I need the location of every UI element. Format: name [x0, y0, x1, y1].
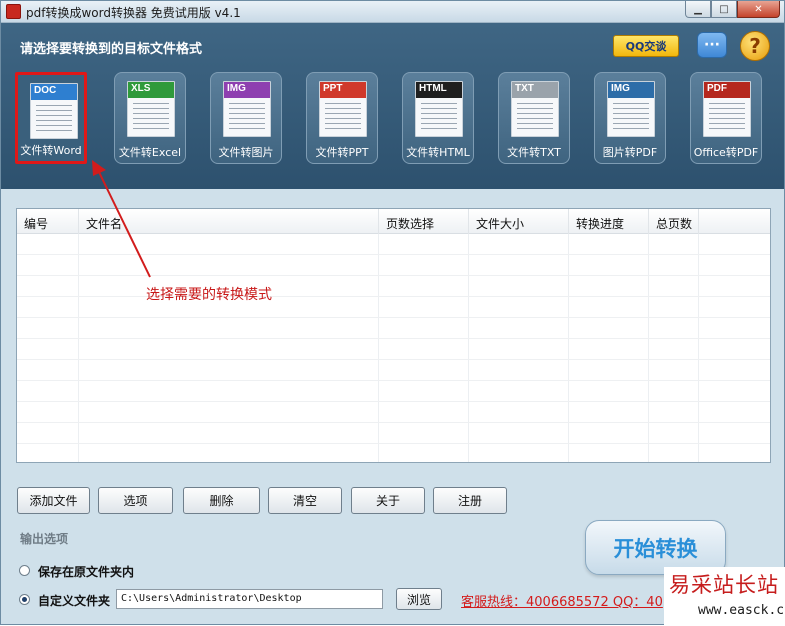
app-icon — [6, 4, 21, 19]
speech-bubble-icon: ··· — [704, 37, 720, 53]
column-header-file-size[interactable]: 文件大小 — [469, 209, 569, 234]
doc-badge: PDF — [704, 82, 750, 98]
doc-badge: HTML — [416, 82, 462, 98]
table-row — [17, 255, 770, 276]
mode-tile-ppt[interactable]: PPT 文件转PPT — [306, 72, 378, 164]
doc-lines — [517, 103, 553, 131]
doc-lines — [36, 105, 72, 133]
minimize-icon: ▁ — [694, 3, 702, 15]
options-button[interactable]: 选项 — [98, 487, 173, 514]
table-row — [17, 423, 770, 444]
column-header-total-pages[interactable]: 总页数 — [649, 209, 699, 234]
mode-tile-txt[interactable]: TXT 文件转TXT — [498, 72, 570, 164]
app-window: pdf转换成word转换器 免费试用版 v4.1 ▁ □ ✕ 请选择要转换到的目… — [0, 0, 785, 626]
conversion-mode-list: DOC 文件转Word XLS 文件转Excel IMG 文件转图片 PPT 文… — [15, 72, 775, 166]
column-header-filename[interactable]: 文件名 — [79, 209, 379, 234]
header-title: 请选择要转换到的目标文件格式 — [20, 42, 203, 57]
minimize-button[interactable]: ▁ — [685, 1, 711, 18]
mode-label: 文件转PPT — [315, 146, 369, 159]
doc-badge: DOC — [31, 84, 77, 100]
output-path-field[interactable]: C:\Users\Administrator\Desktop — [116, 589, 383, 609]
question-icon: ? — [749, 34, 761, 58]
doc-badge: IMG — [224, 82, 270, 98]
mode-label: 文件转Word — [20, 144, 82, 157]
table-row — [17, 381, 770, 402]
column-header-page-select[interactable]: 页数选择 — [379, 209, 469, 234]
mode-tile-image[interactable]: IMG 文件转图片 — [210, 72, 282, 164]
doc-badge: IMG — [608, 82, 654, 98]
qq-chat-label: QQ交谈 — [625, 40, 667, 53]
column-header-progress[interactable]: 转换进度 — [569, 209, 649, 234]
window-controls: ▁ □ ✕ — [685, 1, 780, 18]
doc-lines — [613, 103, 649, 131]
html-file-icon: HTML — [415, 81, 463, 137]
mode-tile-word[interactable]: DOC 文件转Word — [15, 72, 87, 164]
maximize-icon: □ — [719, 3, 729, 15]
radio-custom-folder-label[interactable]: 自定义文件夹 — [38, 592, 110, 609]
ppt-file-icon: PPT — [319, 81, 367, 137]
mode-tile-excel[interactable]: XLS 文件转Excel — [114, 72, 186, 164]
mode-tile-office-to-pdf[interactable]: PDF Office转PDF — [690, 72, 762, 164]
help-button[interactable]: ? — [740, 31, 770, 61]
xls-file-icon: XLS — [127, 81, 175, 137]
chat-button[interactable]: ··· — [697, 32, 727, 58]
doc-badge: XLS — [128, 82, 174, 98]
support-hotline-link[interactable]: 客服热线：4006685572 QQ：40 — [461, 591, 671, 610]
doc-lines — [229, 103, 265, 131]
table-row — [17, 318, 770, 339]
watermark-title: 易采站长站 — [669, 573, 779, 597]
register-button[interactable]: 注册 — [433, 487, 507, 514]
title-bar[interactable]: pdf转换成word转换器 免费试用版 v4.1 ▁ □ ✕ — [1, 1, 784, 23]
format-header: 请选择要转换到的目标文件格式 QQ交谈 ··· ? DOC 文件转Word XL… — [1, 23, 784, 189]
mode-label: 文件转Excel — [118, 146, 182, 159]
add-file-button[interactable]: 添加文件 — [17, 487, 90, 514]
doc-badge: TXT — [512, 82, 558, 98]
radio-original-folder-label[interactable]: 保存在原文件夹内 — [38, 563, 134, 580]
browse-button[interactable]: 浏览 — [396, 588, 442, 610]
doc-lines — [133, 103, 169, 131]
doc-file-icon: DOC — [30, 83, 78, 139]
window-title: pdf转换成word转换器 免费试用版 v4.1 — [26, 6, 241, 20]
mode-label: 文件转TXT — [507, 146, 561, 159]
pdf-file-icon: PDF — [703, 81, 751, 137]
mode-tile-html[interactable]: HTML 文件转HTML — [402, 72, 474, 164]
annotation-text: 选择需要的转换模式 — [146, 287, 272, 303]
table-header: 编号 文件名 页数选择 文件大小 转换进度 总页数 — [17, 209, 770, 234]
img-file-icon: IMG — [223, 81, 271, 137]
table-row — [17, 402, 770, 423]
mode-label: 图片转PDF — [602, 146, 658, 159]
column-header-number[interactable]: 编号 — [17, 209, 79, 234]
img-file-icon: IMG — [607, 81, 655, 137]
watermark-url: www.easck.com — [698, 603, 785, 618]
doc-lines — [709, 103, 745, 131]
qq-chat-button[interactable]: QQ交谈 — [613, 35, 679, 57]
table-row — [17, 360, 770, 381]
radio-original-folder[interactable] — [19, 565, 30, 576]
close-button[interactable]: ✕ — [737, 1, 780, 18]
mode-label: 文件转HTML — [406, 146, 470, 159]
doc-badge: PPT — [320, 82, 366, 98]
output-options-title: 输出选项 — [20, 532, 69, 546]
close-icon: ✕ — [754, 3, 763, 15]
table-row — [17, 234, 770, 255]
table-row — [17, 297, 770, 318]
mode-tile-image-to-pdf[interactable]: IMG 图片转PDF — [594, 72, 666, 164]
doc-lines — [421, 103, 457, 131]
watermark-logo: 易采站长站 www.easck.com — [664, 567, 785, 626]
maximize-button[interactable]: □ — [711, 1, 737, 18]
mode-label: 文件转图片 — [218, 146, 274, 159]
file-table[interactable]: 编号 文件名 页数选择 文件大小 转换进度 总页数 — [16, 208, 771, 463]
radio-custom-folder[interactable] — [19, 594, 30, 605]
mode-label: Office转PDF — [693, 146, 759, 159]
clear-button[interactable]: 清空 — [268, 487, 342, 514]
doc-lines — [325, 103, 361, 131]
table-row — [17, 276, 770, 297]
txt-file-icon: TXT — [511, 81, 559, 137]
table-row — [17, 339, 770, 360]
about-button[interactable]: 关于 — [351, 487, 425, 514]
delete-button[interactable]: 删除 — [183, 487, 260, 514]
